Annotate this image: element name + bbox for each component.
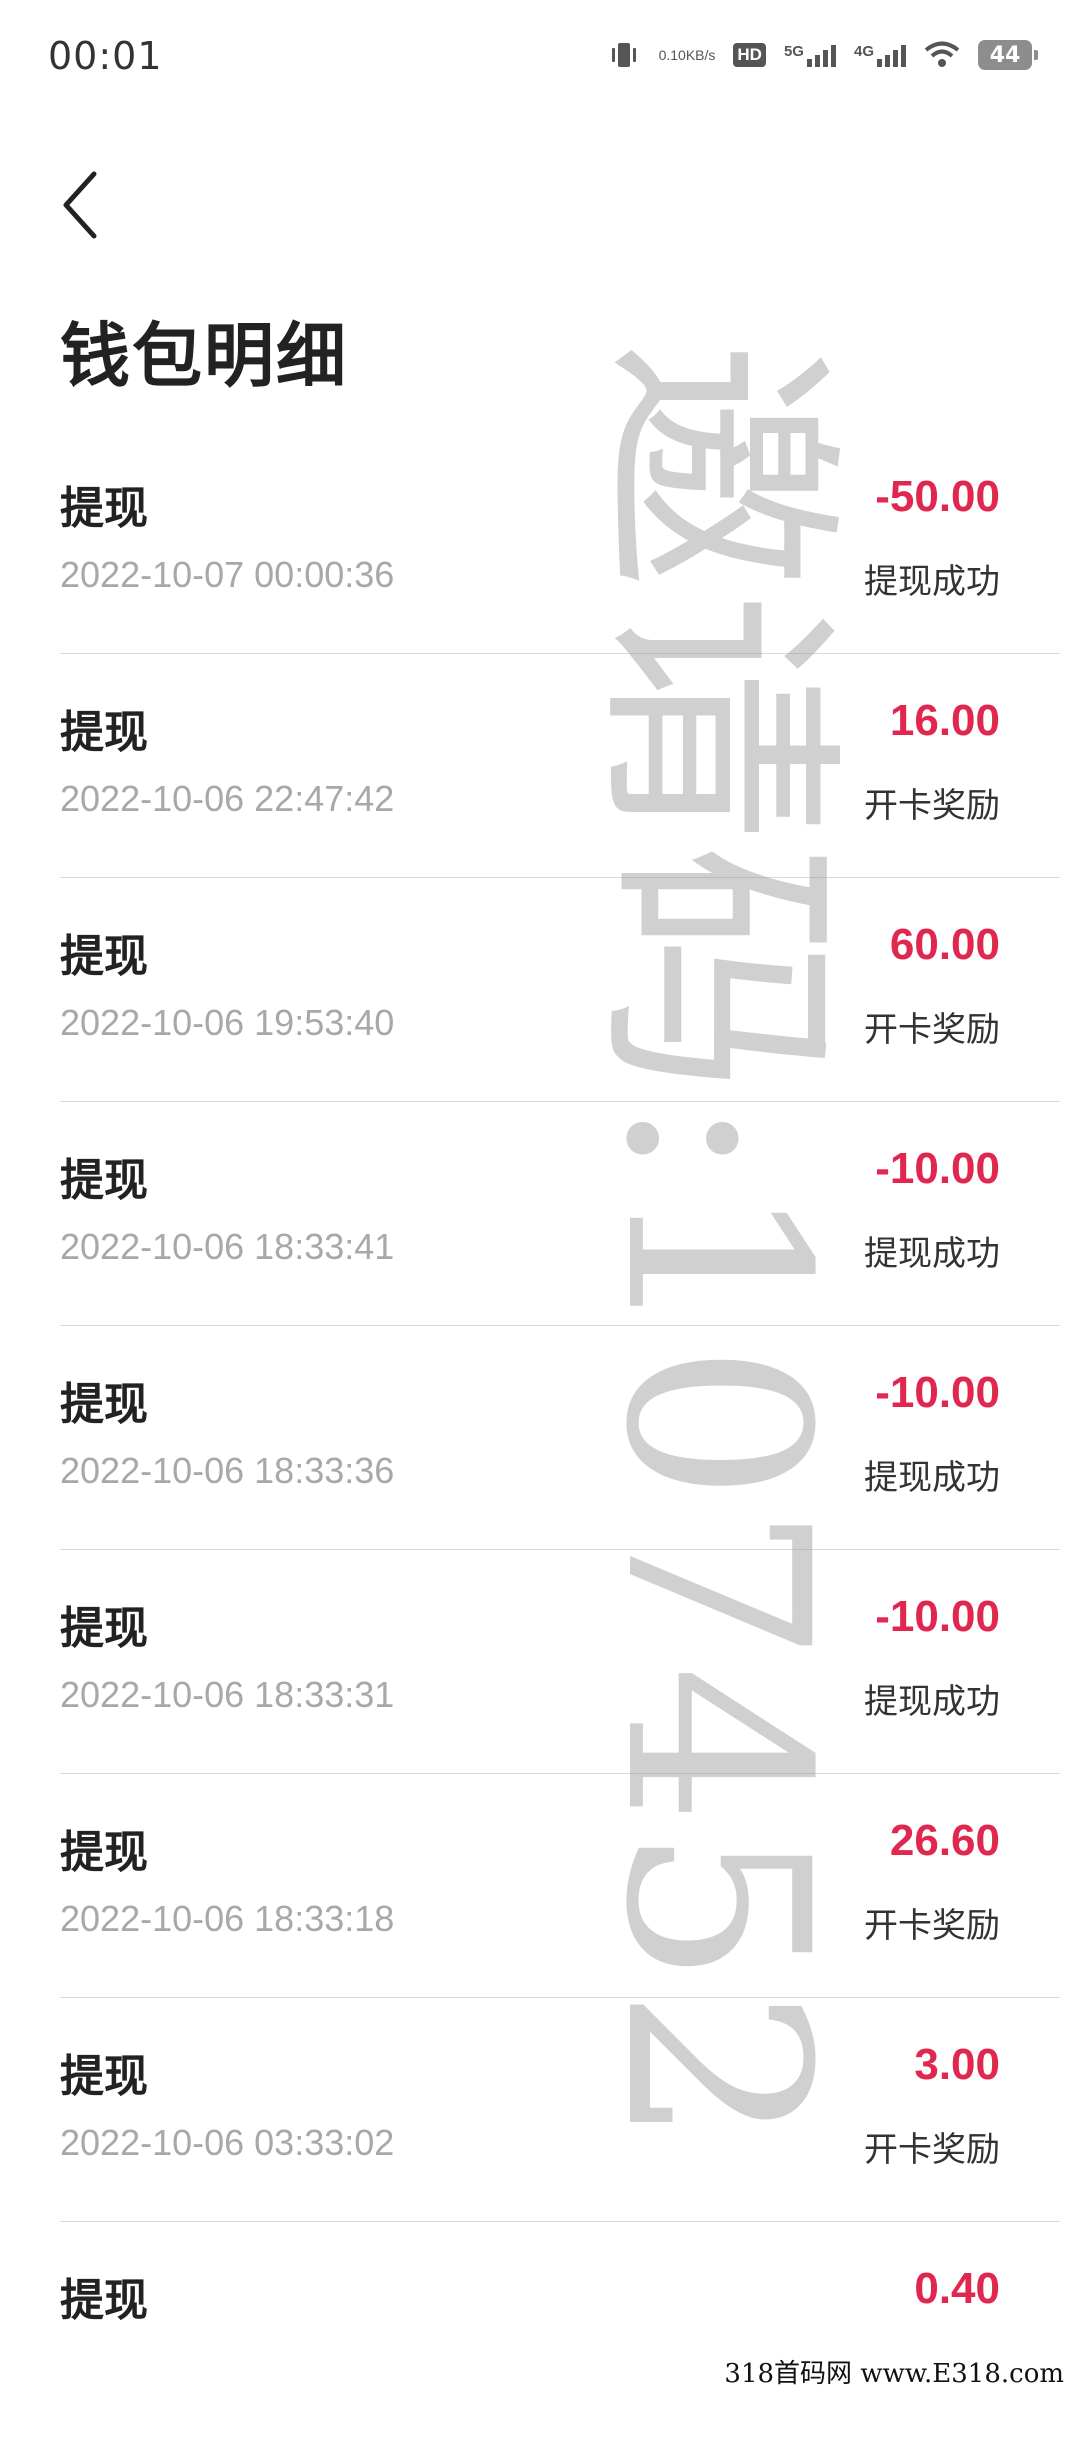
net-speed: 0.10 KB/s (658, 46, 716, 63)
transaction-status: 提现成功 (864, 1458, 1000, 1498)
transaction-time: 2022-10-06 18:33:41 (60, 1226, 395, 1267)
transaction-amount: -10.00 (875, 1144, 1000, 1193)
transaction-type: 提现 (60, 483, 148, 534)
transaction-time: 2022-10-06 18:33:36 (60, 1450, 395, 1491)
back-button[interactable] (50, 165, 110, 245)
transaction-status: 开卡奖励 (864, 2130, 1000, 2170)
list-item[interactable]: 提现 0.40 (60, 2222, 1060, 2446)
signal-4g-icon: 4G (854, 43, 906, 67)
list-item[interactable]: 提现 2022-10-06 03:33:02 3.00 开卡奖励 (60, 1998, 1060, 2222)
status-time: 00:01 (48, 34, 163, 78)
list-item[interactable]: 提现 2022-10-06 18:33:31 -10.00 提现成功 (60, 1550, 1060, 1774)
page-title: 钱包明细 (60, 315, 348, 397)
list-item[interactable]: 提现 2022-10-06 18:33:36 -10.00 提现成功 (60, 1326, 1060, 1550)
transaction-time: 2022-10-06 22:47:42 (60, 778, 395, 819)
transaction-amount: 0.40 (914, 2264, 1000, 2313)
net-speed-value: 0.10 (658, 46, 686, 63)
transaction-status: 开卡奖励 (864, 786, 1000, 826)
transaction-time: 2022-10-07 00:00:36 (60, 554, 395, 595)
transaction-amount: 16.00 (889, 696, 1000, 745)
status-icons: 0.10 KB/s HD 5G 4G 44 (607, 30, 1038, 80)
transaction-type: 提现 (60, 1379, 148, 1430)
status-bar: 00:01 0.10 KB/s HD 5G 4G 44 (0, 0, 1080, 110)
vibrate-icon (607, 38, 641, 72)
transaction-type: 提现 (60, 707, 148, 758)
hd-label: HD (733, 43, 766, 67)
transaction-type: 提现 (60, 1155, 148, 1206)
transaction-amount: -10.00 (875, 1368, 1000, 1417)
transaction-status: 提现成功 (864, 1234, 1000, 1274)
transaction-amount: 3.00 (914, 2040, 1000, 2089)
transaction-amount: -10.00 (875, 1592, 1000, 1641)
signal-4g-label: 4G (853, 43, 874, 60)
wallet-list: 提现 2022-10-07 00:00:36 -50.00 提现成功 提现 20… (0, 430, 1080, 2446)
list-item[interactable]: 提现 2022-10-06 22:47:42 16.00 开卡奖励 (60, 654, 1060, 878)
transaction-amount: 60.00 (889, 920, 1000, 969)
net-speed-unit: KB/s (685, 46, 716, 63)
footer-credit: 318首码网 www.E318.com (718, 2351, 1070, 2392)
transaction-time: 2022-10-06 03:33:02 (60, 2122, 395, 2163)
signal-5g-icon: 5G (784, 43, 836, 67)
transaction-time: 2022-10-06 18:33:31 (60, 1674, 395, 1715)
transaction-amount: -50.00 (875, 472, 1000, 521)
transaction-type: 提现 (60, 1827, 148, 1878)
battery-level: 44 (978, 40, 1038, 70)
transaction-status: 提现成功 (864, 1682, 1000, 1722)
transaction-status: 提现成功 (864, 562, 1000, 602)
battery-icon: 44 (978, 40, 1038, 70)
list-item[interactable]: 提现 2022-10-06 18:33:18 26.60 开卡奖励 (60, 1774, 1060, 1998)
transaction-type: 提现 (60, 2275, 148, 2326)
transaction-status: 开卡奖励 (864, 1906, 1000, 1946)
transaction-status: 开卡奖励 (864, 1010, 1000, 1050)
transaction-amount: 26.60 (889, 1816, 1000, 1865)
transaction-type: 提现 (60, 1603, 148, 1654)
transaction-type: 提现 (60, 931, 148, 982)
hd-icon: HD (733, 43, 766, 67)
transaction-time: 2022-10-06 18:33:18 (60, 1898, 395, 1939)
chevron-left-icon (63, 171, 97, 239)
list-item[interactable]: 提现 2022-10-07 00:00:36 -50.00 提现成功 (60, 430, 1060, 654)
list-item[interactable]: 提现 2022-10-06 18:33:41 -10.00 提现成功 (60, 1102, 1060, 1326)
list-item[interactable]: 提现 2022-10-06 19:53:40 60.00 开卡奖励 (60, 878, 1060, 1102)
signal-5g-label: 5G (783, 43, 804, 60)
transaction-type: 提现 (60, 2051, 148, 2102)
wifi-icon (924, 41, 960, 69)
transaction-time: 2022-10-06 19:53:40 (60, 1002, 395, 1043)
